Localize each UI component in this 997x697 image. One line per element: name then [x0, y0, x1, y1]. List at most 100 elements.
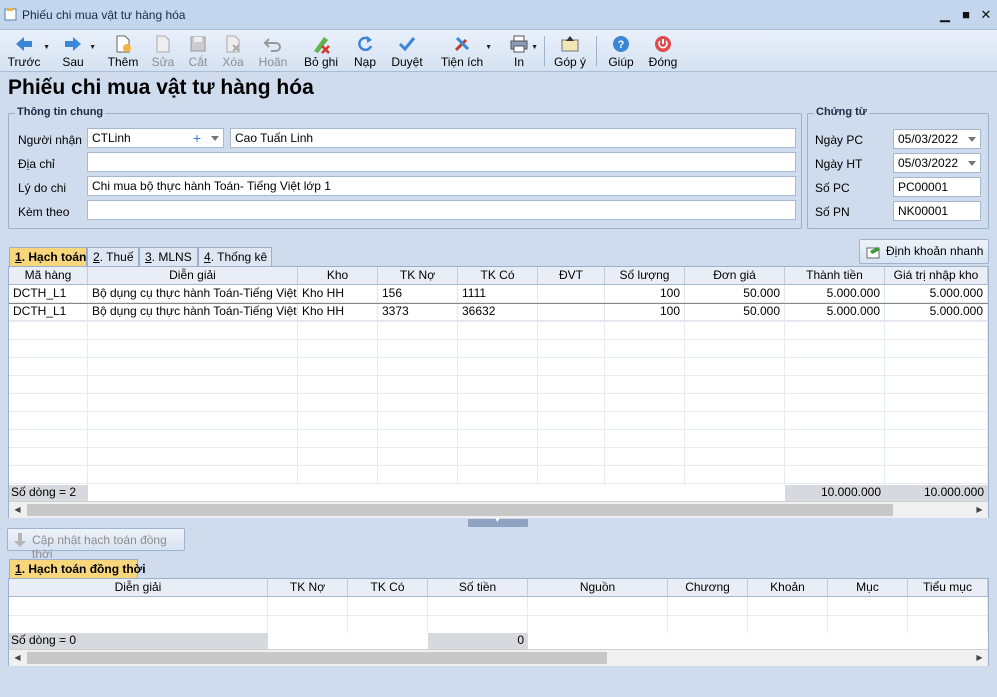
pc-date-label: Ngày PC — [815, 133, 864, 147]
add-button[interactable]: Thêm — [106, 30, 140, 72]
chevron-down-icon[interactable] — [968, 161, 976, 166]
scroll-left-icon[interactable]: ◀ — [9, 502, 26, 518]
table-cell[interactable]: Bộ dụng cụ thực hành Toán-Tiếng Việt... — [88, 303, 298, 321]
maximize-button[interactable]: ■ — [957, 6, 975, 24]
utilities-button[interactable]: Tiện ích ▼ — [440, 30, 492, 72]
table-cell[interactable]: 50.000 — [685, 285, 785, 303]
chevron-down-icon[interactable] — [211, 136, 219, 141]
save-button[interactable]: Cắt — [186, 30, 210, 72]
splitter-handle[interactable]: ▼ — [468, 517, 528, 527]
pc-no-field[interactable]: PC00001 — [893, 177, 981, 197]
update-simultaneous-button[interactable]: Cập nhật hạch toán đồng thời — [7, 528, 185, 561]
table-cell[interactable]: DCTH_L1 — [9, 303, 88, 321]
scroll-left-icon[interactable]: ◀ — [9, 650, 26, 666]
attach-label: Kèm theo — [18, 205, 70, 219]
table-cell[interactable]: 5.000.000 — [785, 303, 885, 321]
recipient-name-field[interactable]: Cao Tuấn Linh — [230, 128, 796, 148]
scroll-right-icon[interactable]: ▶ — [971, 502, 988, 518]
pc-date-field[interactable]: 05/03/2022 — [893, 129, 981, 149]
scroll-right-icon[interactable]: ▶ — [971, 650, 988, 666]
help-button[interactable]: ? Giúp — [606, 30, 636, 72]
pn-no-field[interactable]: NK00001 — [893, 201, 981, 221]
main-horizontal-scrollbar[interactable]: ◀ ▶ — [9, 501, 988, 518]
prev-button[interactable]: Trước ▼ — [6, 30, 50, 72]
chevron-down-icon[interactable] — [968, 137, 976, 142]
column-header[interactable]: Khoản — [748, 579, 828, 597]
unpost-icon — [314, 37, 330, 54]
grid-row-line — [9, 447, 988, 448]
table-cell[interactable]: 5.000.000 — [785, 285, 885, 303]
quick-entry-button[interactable]: Định khoản nhanh — [859, 239, 989, 264]
column-header[interactable]: Diễn giải — [88, 267, 298, 285]
column-header[interactable]: ĐVT — [538, 267, 605, 285]
table-cell[interactable]: 1111 — [458, 285, 538, 303]
column-header[interactable]: Kho — [298, 267, 378, 285]
recipient-code-combo[interactable]: CTLinh + — [87, 128, 224, 148]
tab-statistics[interactable]: 4. Thống kê — [198, 247, 272, 266]
ht-date-field[interactable]: 05/03/2022 — [893, 153, 981, 173]
scroll-thumb[interactable] — [27, 504, 893, 516]
table-cell[interactable]: Kho HH — [298, 303, 378, 321]
tab-mlns[interactable]: 3. MLNS — [139, 247, 198, 266]
scroll-thumb[interactable] — [27, 652, 607, 664]
close-window-button[interactable]: ✕ — [977, 6, 995, 24]
minimize-button[interactable]: ▁ — [936, 6, 954, 24]
address-field[interactable] — [87, 152, 796, 172]
grid-row-line — [9, 321, 988, 322]
column-header[interactable]: Nguồn — [528, 579, 668, 597]
window-title: Phiếu chi mua vật tư hàng hóa — [22, 8, 186, 22]
reload-button[interactable]: Nạp — [352, 30, 378, 72]
reason-field[interactable]: Chi mua bộ thực hành Toán- Tiếng Việt lớ… — [87, 176, 796, 196]
column-header[interactable]: Đơn giá — [685, 267, 785, 285]
table-cell[interactable]: 100 — [605, 285, 685, 303]
tab-simultaneous-accounting[interactable]: 1. Hạch toán đồng thời — [9, 559, 146, 578]
column-header[interactable]: Số tiền — [428, 579, 528, 597]
table-cell[interactable] — [538, 285, 605, 303]
column-header[interactable]: Số lượng — [605, 267, 685, 285]
add-icon[interactable]: + — [193, 130, 201, 146]
table-cell[interactable]: 156 — [378, 285, 458, 303]
power-icon — [655, 36, 671, 52]
column-header[interactable]: TK Nợ — [268, 579, 348, 597]
close-button[interactable]: Đóng — [646, 30, 680, 72]
feedback-button[interactable]: Góp ý — [552, 30, 588, 72]
quick-entry-icon — [866, 247, 880, 259]
approve-button[interactable]: Duyệt — [390, 30, 424, 72]
table-cell[interactable]: 5.000.000 — [885, 303, 988, 321]
column-header[interactable]: Mã hàng — [9, 267, 88, 285]
table-cell[interactable]: 5.000.000 — [885, 285, 988, 303]
toolbar-separator — [596, 36, 597, 66]
total-amount: 0 — [517, 633, 524, 647]
table-cell[interactable]: 3373 — [378, 303, 458, 321]
tab-tax[interactable]: 2. Thuế — [87, 247, 139, 266]
feedback-icon — [561, 36, 579, 52]
print-button[interactable]: In ▼ — [508, 30, 538, 72]
column-header[interactable]: TK Có — [458, 267, 538, 285]
table-cell[interactable]: DCTH_L1 — [9, 285, 88, 303]
column-header[interactable]: TK Nợ — [378, 267, 458, 285]
edit-button[interactable]: Sửa — [150, 30, 176, 72]
table-cell[interactable]: 100 — [605, 303, 685, 321]
delete-button[interactable]: Xóa — [220, 30, 246, 72]
column-header[interactable]: Giá trị nhập kho — [885, 267, 988, 285]
page-title: Phiếu chi mua vật tư hàng hóa — [8, 76, 314, 99]
column-header[interactable]: Diễn giải — [9, 579, 268, 597]
table-cell[interactable]: Bộ dụng cụ thực hành Toán-Tiếng Việt... — [88, 285, 298, 303]
grid-row-line — [9, 483, 988, 484]
second-horizontal-scrollbar[interactable]: ◀ ▶ — [9, 649, 988, 666]
table-cell[interactable]: Kho HH — [298, 285, 378, 303]
undo-button[interactable]: Hoãn — [258, 30, 288, 72]
footer-blank — [88, 485, 785, 501]
unpost-button[interactable]: Bỏ ghi — [302, 30, 340, 72]
table-cell[interactable] — [538, 303, 605, 321]
table-cell[interactable]: 50.000 — [685, 303, 785, 321]
column-header[interactable]: Tiểu mục — [908, 579, 988, 597]
column-header[interactable]: Thành tiền — [785, 267, 885, 285]
next-button[interactable]: Sau ▼ — [58, 30, 96, 72]
table-cell[interactable]: 36632 — [458, 303, 538, 321]
column-header[interactable]: Mục — [828, 579, 908, 597]
column-header[interactable]: TK Có — [348, 579, 428, 597]
tab-accounting[interactable]: 1. Hạch toán — [9, 247, 87, 266]
attach-field[interactable] — [87, 200, 796, 220]
column-header[interactable]: Chương — [668, 579, 748, 597]
